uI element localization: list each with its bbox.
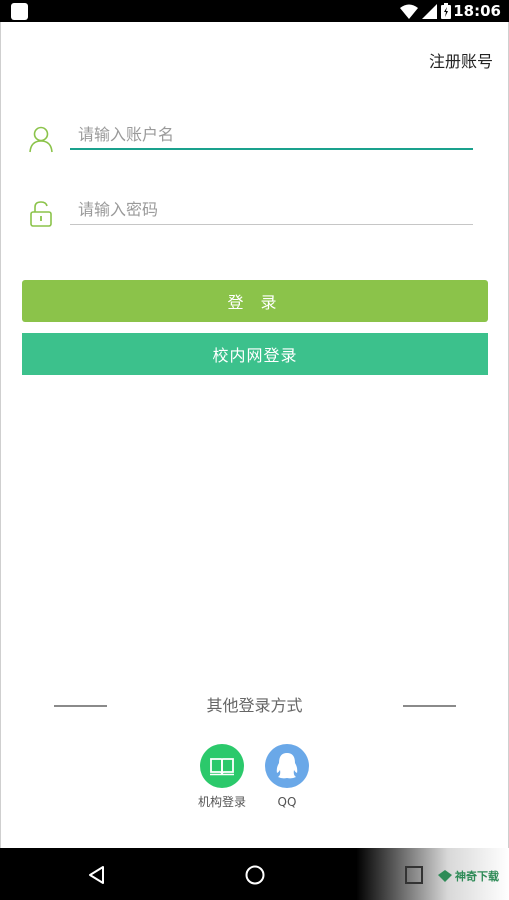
user-icon xyxy=(28,125,54,153)
login-button[interactable]: 登 录 xyxy=(22,280,488,322)
watermark-logo-icon xyxy=(438,870,452,882)
divider-right xyxy=(403,705,456,707)
username-input[interactable] xyxy=(70,120,473,148)
qq-login-label: QQ xyxy=(277,795,297,809)
status-icons xyxy=(400,3,451,19)
register-account-link[interactable]: 注册账号 xyxy=(429,52,493,72)
qq-icon[interactable] xyxy=(265,744,309,788)
campus-login-button[interactable]: 校内网登录 xyxy=(22,333,488,375)
username-underline xyxy=(70,148,473,150)
org-login-label: 机构登录 xyxy=(197,795,246,809)
signal-icon xyxy=(422,3,437,19)
watermark: 神奇下载 xyxy=(438,868,499,884)
status-time: 18:06 xyxy=(453,2,501,20)
notification-icon xyxy=(11,3,28,20)
home-icon[interactable] xyxy=(242,862,268,888)
username-field xyxy=(70,120,473,150)
navigation-bar: 神奇下载 xyxy=(0,848,509,900)
password-field xyxy=(70,195,473,225)
wifi-icon xyxy=(400,4,418,19)
recent-apps-icon[interactable] xyxy=(401,862,427,888)
org-login-option[interactable]: 机构登录 xyxy=(192,744,252,810)
lock-icon xyxy=(28,200,54,228)
watermark-text: 神奇下载 xyxy=(455,870,499,883)
status-bar: 18:06 xyxy=(0,0,509,22)
password-input[interactable] xyxy=(70,195,473,223)
back-icon[interactable] xyxy=(84,862,110,888)
password-underline xyxy=(70,224,473,225)
book-icon[interactable] xyxy=(200,744,244,788)
battery-icon xyxy=(441,3,451,19)
qq-login-option[interactable]: QQ xyxy=(257,744,317,810)
